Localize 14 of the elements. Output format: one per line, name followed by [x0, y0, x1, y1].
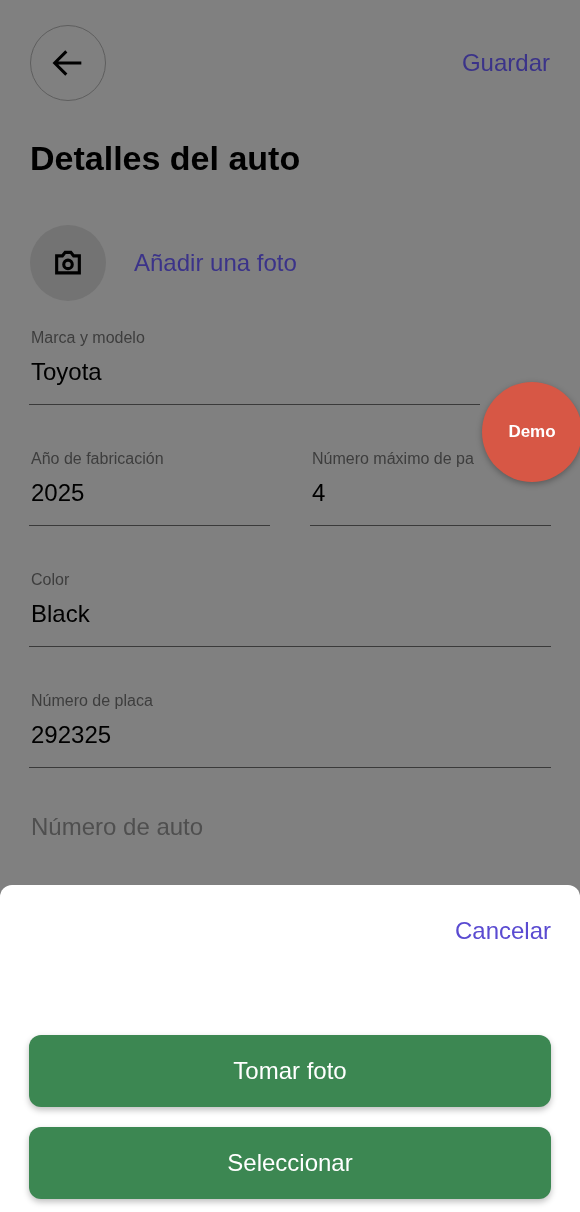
field-label: Marca y modelo — [30, 328, 145, 348]
field-label: Número de placa — [30, 691, 153, 711]
action-button[interactable]: Tomar foto — [29, 1035, 551, 1107]
demo-badge[interactable]: Demo — [482, 382, 580, 482]
cancel-button[interactable]: Cancelar — [454, 916, 551, 946]
field-label: Número máximo de pa — [311, 449, 474, 469]
input-field[interactable]: 292325 — [29, 720, 551, 768]
action-button[interactable]: Seleccionar — [29, 1127, 551, 1199]
field-label: Color — [30, 570, 70, 590]
input-field[interactable]: Toyota — [29, 357, 480, 405]
field-label: Año de fabricación — [30, 449, 164, 469]
page-title: Detalles del auto — [30, 138, 302, 178]
input-field[interactable]: Black — [29, 599, 551, 647]
input-field[interactable]: 2025 — [29, 478, 270, 526]
